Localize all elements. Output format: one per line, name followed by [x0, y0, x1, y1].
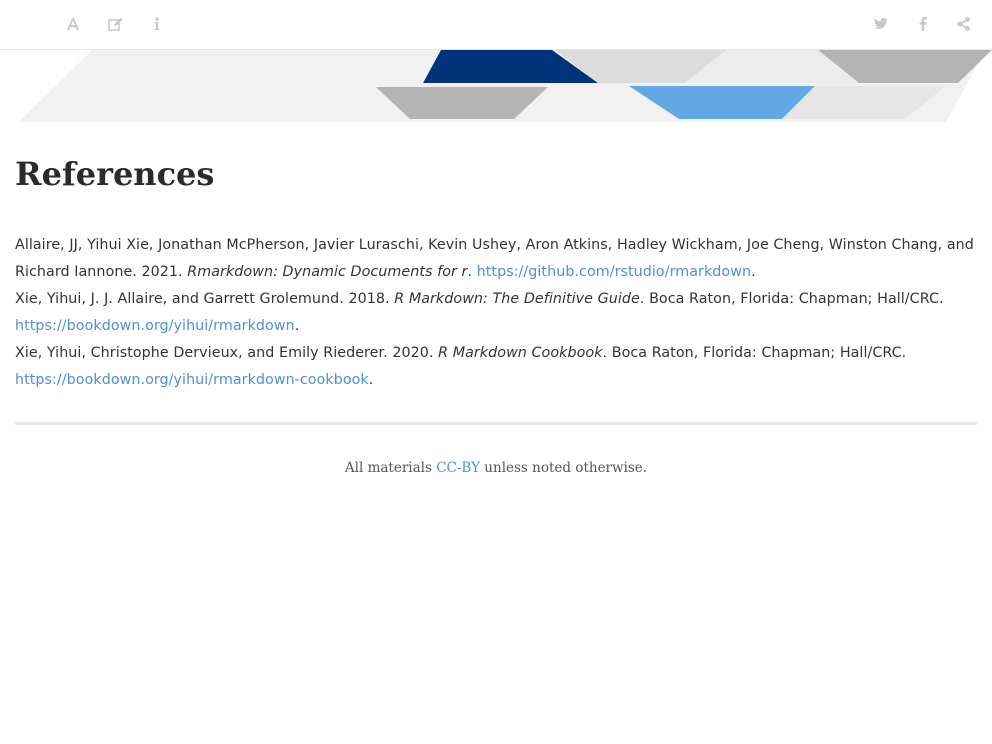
license-footer: All materials CC-BY unless noted otherwi… — [344, 460, 648, 476]
share-icon — [956, 17, 970, 31]
twitter-share-button[interactable] — [869, 12, 893, 36]
reference-entry: Xie, Yihui, J. J. Allaire, and Garrett G… — [15, 291, 944, 334]
reference-authors: Xie, Yihui, J. J. Allaire, and Garrett G… — [15, 291, 390, 307]
info-button[interactable] — [145, 12, 169, 36]
reference-title: R Markdown Cookbook — [438, 345, 603, 361]
reference-url-link[interactable]: https://bookdown.org/yihui/rmarkdown-coo… — [15, 372, 369, 388]
facebook-icon — [919, 17, 927, 31]
reference-url-link[interactable]: https://bookdown.org/yihui/rmarkdown — [15, 318, 295, 334]
reference-title: R Markdown: The Definitive Guide — [394, 291, 640, 307]
info-icon — [154, 17, 160, 30]
facebook-share-button[interactable] — [911, 12, 935, 36]
reference-publisher: Boca Raton, Florida: Chapman; Hall/CRC. — [611, 345, 907, 361]
reference-entry: Xie, Yihui, Christophe Dervieux, and Emi… — [15, 345, 907, 388]
reference-entry: Allaire, JJ, Yihui Xie, Jonathan McPhers… — [15, 237, 974, 280]
reference-publisher: Boca Raton, Florida: Chapman; Hall/CRC. — [649, 291, 944, 307]
book-toolbar — [0, 0, 992, 50]
references-list: Allaire, JJ, Yihui Xie, Jonathan McPhers… — [15, 232, 977, 394]
reference-authors: Xie, Yihui, Christophe Dervieux, and Emi… — [15, 345, 434, 361]
font-icon — [67, 18, 79, 30]
page-title: References — [15, 155, 215, 193]
reference-url-link[interactable]: https://github.com/rstudio/rmarkdown — [477, 264, 751, 280]
page-content: References Allaire, JJ, Yihui Xie, Jonat… — [15, 150, 977, 476]
footer-divider — [15, 422, 977, 425]
share-button[interactable] — [951, 12, 975, 36]
twitter-icon — [874, 18, 888, 29]
edit-icon — [108, 17, 123, 31]
edit-button[interactable] — [104, 12, 128, 36]
font-settings-button[interactable] — [61, 12, 85, 36]
license-link[interactable]: CC-BY — [436, 460, 480, 476]
reference-title: Rmarkdown: Dynamic Documents for r — [187, 264, 468, 280]
